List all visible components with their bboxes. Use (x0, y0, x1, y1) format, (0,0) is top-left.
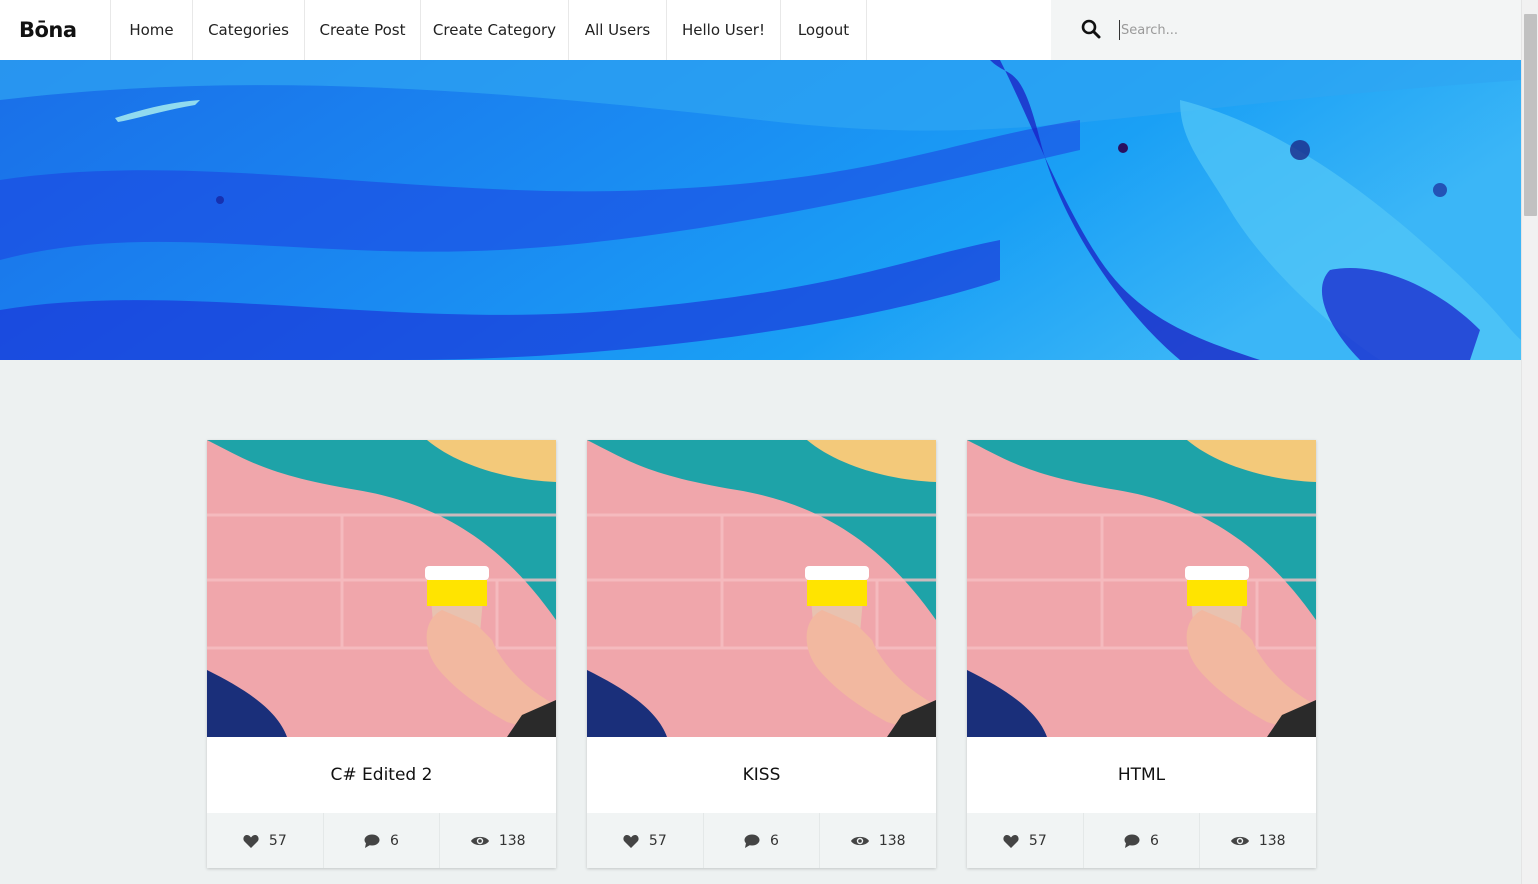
nav-create-post[interactable]: Create Post (304, 0, 420, 60)
comment-icon (364, 834, 380, 848)
scrollbar-thumb[interactable] (1524, 14, 1537, 216)
post-card[interactable]: KISS 57 6 138 (587, 440, 936, 868)
post-stats: 57 6 138 (967, 813, 1316, 868)
comments-count: 6 (390, 832, 399, 849)
comments-stat[interactable]: 6 (1082, 813, 1200, 868)
comments-stat[interactable]: 6 (322, 813, 440, 868)
post-title[interactable]: HTML (967, 737, 1316, 813)
post-image-graphic (207, 440, 556, 737)
views-count: 138 (878, 832, 906, 849)
comments-count: 6 (770, 832, 779, 849)
hero-banner (0, 60, 1521, 360)
heart-icon (623, 834, 639, 848)
post-stats: 57 6 138 (587, 813, 936, 868)
eye-icon (850, 836, 869, 845)
comment-icon (744, 834, 760, 848)
post-image-graphic (587, 440, 936, 737)
comments-stat[interactable]: 6 (702, 813, 820, 868)
heart-icon (1003, 834, 1019, 848)
likes-stat[interactable]: 57 (587, 813, 703, 868)
nav-all-users[interactable]: All Users (568, 0, 666, 60)
views-count: 138 (498, 832, 526, 849)
hero-marble-image (0, 60, 1521, 360)
heart-icon (243, 834, 259, 848)
search-input[interactable] (1119, 20, 1499, 40)
site-logo[interactable]: Bōna (0, 0, 110, 60)
comments-count: 6 (1150, 832, 1159, 849)
views-stat[interactable]: 138 (1199, 813, 1316, 868)
nav-home[interactable]: Home (110, 0, 192, 60)
nav-categories[interactable]: Categories (192, 0, 304, 60)
views-stat[interactable]: 138 (439, 813, 556, 868)
views-stat[interactable]: 138 (819, 813, 936, 868)
post-stats: 57 6 138 (207, 813, 556, 868)
post-image[interactable] (207, 440, 556, 737)
likes-stat[interactable]: 57 (207, 813, 323, 868)
eye-icon (470, 836, 489, 845)
nav-logout[interactable]: Logout (780, 0, 867, 60)
post-title[interactable]: KISS (587, 737, 936, 813)
search-icon[interactable] (1081, 19, 1101, 39)
views-count: 138 (1258, 832, 1286, 849)
search-bar (1051, 0, 1521, 60)
comment-icon (1124, 834, 1140, 848)
top-navbar: Bōna Home Categories Create Post Create … (0, 0, 1521, 60)
nav-hello-user[interactable]: Hello User! (666, 0, 780, 60)
post-card[interactable]: C# Edited 2 57 6 138 (207, 440, 556, 868)
nav-create-category[interactable]: Create Category (420, 0, 568, 60)
likes-count: 57 (1028, 832, 1047, 849)
post-image[interactable] (967, 440, 1316, 737)
post-card[interactable]: HTML 57 6 138 (967, 440, 1316, 868)
likes-stat[interactable]: 57 (967, 813, 1083, 868)
page-scrollbar[interactable] (1521, 0, 1538, 884)
post-title[interactable]: C# Edited 2 (207, 737, 556, 813)
eye-icon (1230, 836, 1249, 845)
post-image-graphic (967, 440, 1316, 737)
post-image[interactable] (587, 440, 936, 737)
likes-count: 57 (648, 832, 667, 849)
likes-count: 57 (268, 832, 287, 849)
main-nav: Home Categories Create Post Create Categ… (110, 0, 867, 60)
